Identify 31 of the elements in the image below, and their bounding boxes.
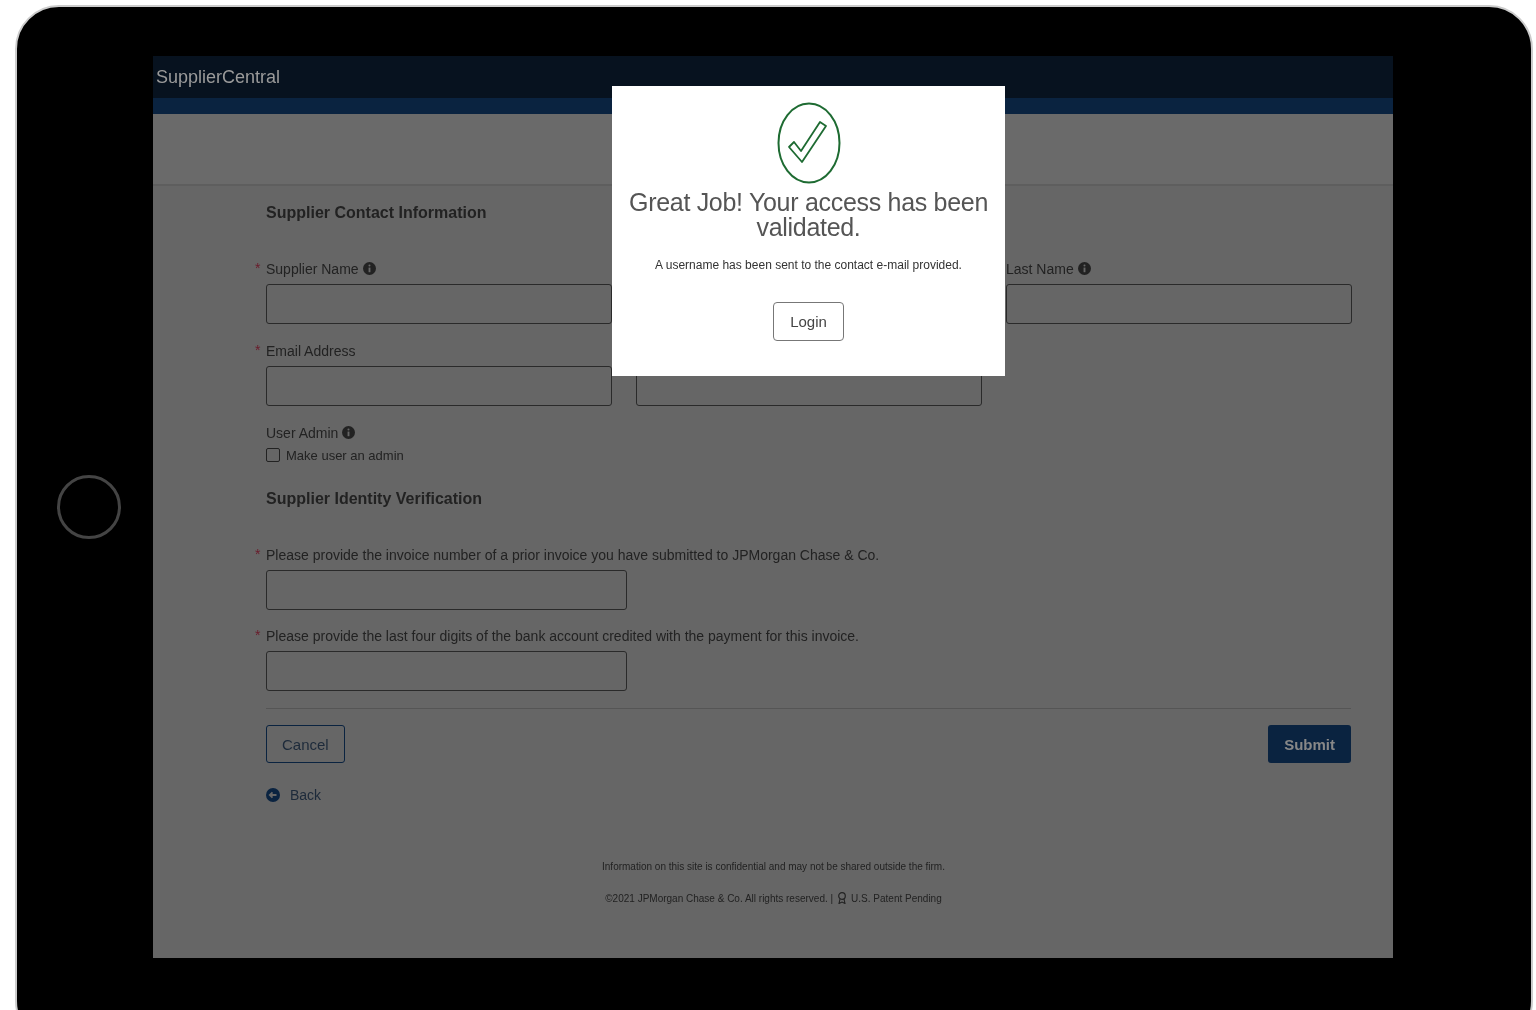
input-field[interactable] (266, 570, 627, 610)
input-field[interactable] (266, 366, 612, 406)
field-label: User Admin (266, 424, 339, 441)
required-asterisk: * (255, 342, 261, 358)
required-asterisk: * (255, 627, 261, 643)
cancel-button[interactable]: Cancel (266, 725, 345, 763)
field-label: Last Name (1006, 260, 1074, 277)
dialog-message: A username has been sent to the contact e-mail provided. (655, 258, 962, 272)
award-ribbon-icon (837, 892, 848, 904)
field-label: Email Address (266, 342, 356, 359)
confidentiality-notice: Information on this site is confidential and may not be shared outside the firm. (602, 861, 945, 872)
login-button[interactable]: Login (773, 302, 844, 341)
section-title: Supplier Identity Verification (266, 490, 484, 509)
copyright-text: ©2021 JPMorgan Chase & Co. All rights reserved. | (605, 892, 834, 904)
back-arrow-icon[interactable] (266, 788, 280, 802)
field-label: Please provide the invoice number of a prior invoice you have submitted to JPMorgan Chase & Co. (266, 546, 880, 563)
patent-text: U.S. Patent Pending (851, 892, 942, 904)
app-title: SupplierCentral (156, 66, 281, 88)
checkbox-label: Make user an admin (286, 447, 404, 463)
input-field[interactable] (1006, 284, 1352, 324)
field-label: Please provide the last four digits of the bank account credited with the payment for this invoice. (266, 627, 859, 644)
input-field[interactable] (266, 651, 627, 691)
required-asterisk: * (255, 260, 261, 276)
input-field[interactable] (266, 284, 612, 324)
field-label: Supplier Name (266, 260, 359, 277)
dialog-title: Great Job! Your access has been validated. (628, 190, 989, 240)
back-link[interactable]: Back (290, 787, 322, 803)
submit-button[interactable]: Submit (1268, 725, 1351, 763)
checkmark-icon (776, 102, 841, 184)
required-asterisk: * (255, 546, 261, 562)
checkbox[interactable] (266, 448, 280, 462)
